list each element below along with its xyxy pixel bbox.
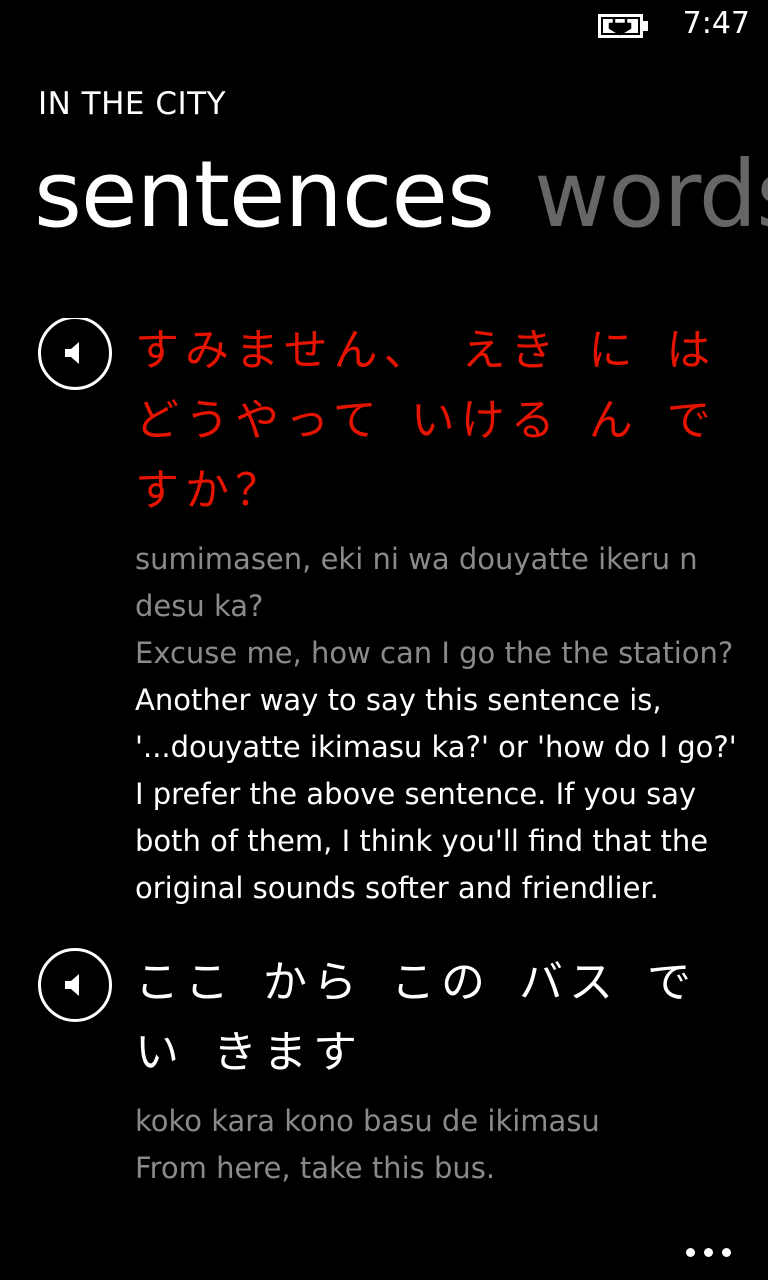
sentence-list[interactable]: すみません、 えき に は どうやって いける ん ですか？ sumimasen…: [0, 318, 768, 1230]
ellipsis-dot: [722, 1248, 731, 1257]
app-screen: 7:47 IN THE CITY sentences words すみません、 え…: [0, 0, 768, 1280]
status-bar: 7:47: [0, 0, 768, 50]
play-audio-button[interactable]: [38, 318, 112, 390]
translation-text: Excuse me, how can I go the the station?: [135, 636, 734, 670]
japanese-sentence: ここ から この バス で い きます: [135, 957, 697, 1078]
battery-charging-icon: [598, 14, 648, 38]
status-clock: 7:47: [682, 6, 750, 41]
speaker-icon: [65, 974, 79, 996]
pivot-tab-sentences[interactable]: sentences: [34, 141, 495, 248]
speaker-icon: [65, 342, 79, 364]
translation-text: From here, take this bus.: [135, 1151, 496, 1185]
list-item[interactable]: すみません、 えき に は どうやって いける ん ですか？ sumimasen…: [0, 318, 768, 912]
usage-note: Another way to say this sentence is, '..…: [135, 683, 737, 905]
app-title: IN THE CITY: [38, 86, 227, 122]
japanese-sentence: すみません、 えき に は どうやって いける ん ですか？: [135, 325, 717, 516]
play-audio-button[interactable]: [38, 948, 112, 1022]
romaji-text: koko kara kono basu de ikimasu: [135, 1104, 600, 1138]
list-item[interactable]: ここ から この バス で い きます koko kara kono basu …: [0, 948, 768, 1192]
pivot-header: sentences words: [34, 140, 768, 250]
more-ellipsis-icon[interactable]: [686, 1248, 732, 1260]
romaji-text: sumimasen, eki ni wa douyatte ikeru n de…: [135, 542, 698, 623]
ellipsis-dot: [704, 1248, 713, 1257]
ellipsis-dot: [686, 1248, 695, 1257]
pivot-tab-words[interactable]: words: [534, 141, 768, 248]
